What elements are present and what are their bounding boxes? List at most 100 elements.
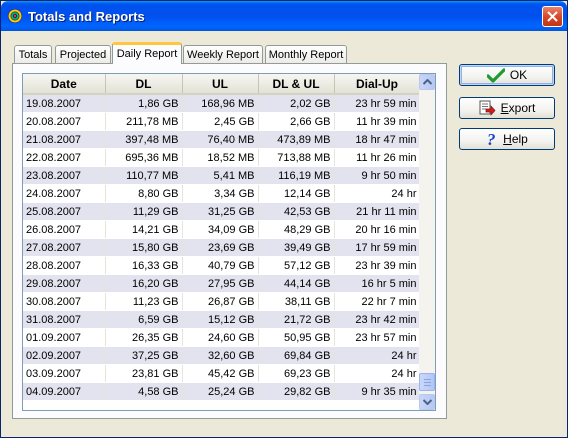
cell-dl: 16,33 GB: [105, 256, 183, 275]
cell-dl-ul: 29,82 GB: [258, 382, 335, 401]
cell-dialup: 22 hr 7 min: [334, 292, 421, 311]
cell-date: 20.08.2007: [23, 112, 106, 131]
cell-ul: 24,60 GB: [182, 328, 259, 347]
cell-dl: 110,77 MB: [105, 166, 183, 185]
cell-dl-ul: 713,88 MB: [258, 148, 335, 167]
table-row[interactable]: 29.08.2007 16,20 GB 27,95 GB 44,14 GB 16 hr …: [23, 274, 421, 293]
table-row[interactable]: 20.08.2007 211,78 MB 2,45 GB 2,66 GB 11 hr 3…: [23, 112, 421, 131]
table-row[interactable]: 04.09.2007 4,58 GB 25,24 GB 29,82 GB 9 hr 35…: [23, 382, 421, 401]
table-row[interactable]: 27.08.2007 15,80 GB 23,69 GB 39,49 GB 17 hr …: [23, 238, 421, 257]
export-label: Export: [500, 101, 536, 115]
cell-dl-ul: 39,49 GB: [258, 238, 335, 257]
close-icon: [547, 11, 558, 22]
cell-date: 21.08.2007: [23, 130, 106, 149]
cell-date: 03.09.2007: [23, 364, 106, 383]
close-button[interactable]: [542, 6, 563, 27]
column-header-ul[interactable]: UL: [182, 74, 259, 95]
cell-dialup: 9 hr 35 min: [334, 382, 421, 401]
dialog-window: Totals and Reports Totals Projected Dail…: [0, 0, 568, 438]
cell-dialup: 11 hr 39 min: [334, 112, 421, 131]
cell-dl-ul: 50,95 GB: [258, 328, 335, 347]
cell-dl-ul: 42,53 GB: [258, 202, 335, 221]
app-icon: [8, 9, 22, 23]
table-row[interactable]: 31.08.2007 6,59 GB 15,12 GB 21,72 GB 23 hr 4…: [23, 310, 421, 329]
table-row[interactable]: 01.09.2007 26,35 GB 24,60 GB 50,95 GB 23 hr …: [23, 328, 421, 347]
table-row[interactable]: 24.08.2007 8,80 GB 3,34 GB 12,14 GB 24 hr: [23, 184, 421, 203]
cell-dl-ul: 48,29 GB: [258, 220, 335, 239]
cell-dialup: 23 hr 39 min: [334, 256, 421, 275]
tab-projected[interactable]: Projected: [55, 45, 111, 63]
table-row[interactable]: 30.08.2007 11,23 GB 26,87 GB 38,11 GB 22 hr …: [23, 292, 421, 311]
cell-dl: 4,58 GB: [105, 382, 183, 401]
cell-dl-ul: 2,66 GB: [258, 112, 335, 131]
cell-dl: 6,59 GB: [105, 310, 183, 329]
cell-ul: 25,24 GB: [182, 382, 259, 401]
cell-dl: 37,25 GB: [105, 346, 183, 365]
cell-dialup: 23 hr 59 min: [334, 94, 421, 113]
cell-ul: 23,69 GB: [182, 238, 259, 257]
table-row[interactable]: 19.08.2007 1,86 GB 168,96 MB 2,02 GB 23 hr 5…: [23, 94, 421, 113]
cell-dialup: 9 hr 50 min: [334, 166, 421, 185]
cell-date: 22.08.2007: [23, 148, 106, 167]
table-row[interactable]: 21.08.2007 397,48 MB 76,40 MB 473,89 MB 18 h…: [23, 130, 421, 149]
cell-dialup: 20 hr 16 min: [334, 220, 421, 239]
column-header-dialup[interactable]: Dial-Up: [334, 74, 421, 95]
table-row[interactable]: 23.08.2007 110,77 MB 5,41 MB 116,19 MB 9 hr …: [23, 166, 421, 185]
cell-dl: 695,36 MB: [105, 148, 183, 167]
ok-button[interactable]: OK: [459, 64, 555, 86]
cell-dl: 211,78 MB: [105, 112, 183, 131]
cell-date: 01.09.2007: [23, 328, 106, 347]
export-button[interactable]: Export: [459, 97, 555, 119]
export-icon: [479, 100, 496, 116]
table-row[interactable]: 28.08.2007 16,33 GB 40,79 GB 57,12 GB 23 hr …: [23, 256, 421, 275]
scroll-up-button[interactable]: [419, 74, 435, 90]
cell-dl: 26,35 GB: [105, 328, 183, 347]
cell-dl-ul: 69,23 GB: [258, 364, 335, 383]
title-bar[interactable]: Totals and Reports: [1, 1, 567, 31]
cell-dl: 11,29 GB: [105, 202, 183, 221]
arrow-up-icon: [423, 79, 432, 85]
table-row[interactable]: 22.08.2007 695,36 MB 18,52 MB 713,88 MB 11 h…: [23, 148, 421, 167]
cell-date: 25.08.2007: [23, 202, 106, 221]
cell-dl-ul: 57,12 GB: [258, 256, 335, 275]
help-button[interactable]: ? Help: [459, 128, 555, 150]
tab-monthly-report[interactable]: Monthly Report: [265, 45, 347, 63]
scroll-thumb[interactable]: [419, 373, 435, 391]
cell-date: 29.08.2007: [23, 274, 106, 293]
vertical-scrollbar[interactable]: [419, 74, 435, 410]
cell-ul: 18,52 MB: [182, 148, 259, 167]
table-header-row: Date DL UL DL & UL Dial-Up: [23, 74, 421, 95]
column-header-dl-ul[interactable]: DL & UL: [258, 74, 335, 95]
cell-ul: 40,79 GB: [182, 256, 259, 275]
tab-weekly-report[interactable]: Weekly Report: [183, 45, 263, 63]
cell-dl-ul: 69,84 GB: [258, 346, 335, 365]
cell-dl: 23,81 GB: [105, 364, 183, 383]
cell-ul: 3,34 GB: [182, 184, 259, 203]
cell-dialup: 23 hr 57 min: [334, 328, 421, 347]
tab-daily-report[interactable]: Daily Report: [112, 42, 182, 64]
cell-ul: 5,41 MB: [182, 166, 259, 185]
column-header-date[interactable]: Date: [23, 74, 106, 95]
cell-date: 26.08.2007: [23, 220, 106, 239]
cell-dialup: 23 hr 42 min: [334, 310, 421, 329]
cell-ul: 26,87 GB: [182, 292, 259, 311]
table-row[interactable]: 25.08.2007 11,29 GB 31,25 GB 42,53 GB 21 hr …: [23, 202, 421, 221]
scroll-down-button[interactable]: [419, 394, 435, 410]
cell-ul: 32,60 GB: [182, 346, 259, 365]
ok-label: OK: [509, 68, 528, 82]
cell-date: 23.08.2007: [23, 166, 106, 185]
table-row[interactable]: 26.08.2007 14,21 GB 34,09 GB 48,29 GB 20 hr …: [23, 220, 421, 239]
cell-date: 31.08.2007: [23, 310, 106, 329]
tab-totals[interactable]: Totals: [14, 45, 52, 63]
cell-date: 30.08.2007: [23, 292, 106, 311]
cell-dl: 16,20 GB: [105, 274, 183, 293]
cell-dialup: 17 hr 59 min: [334, 238, 421, 257]
cell-ul: 34,09 GB: [182, 220, 259, 239]
table-row[interactable]: 02.09.2007 37,25 GB 32,60 GB 69,84 GB 24 hr: [23, 346, 421, 365]
column-header-dl[interactable]: DL: [105, 74, 183, 95]
table-row[interactable]: 03.09.2007 23,81 GB 45,42 GB 69,23 GB 24 hr: [23, 364, 421, 383]
cell-dialup: 11 hr 26 min: [334, 148, 421, 167]
daily-report-table: Date DL UL DL & UL Dial-Up 19.08.2007 1,8…: [23, 74, 421, 401]
daily-report-grid[interactable]: Date DL UL DL & UL Dial-Up 19.08.2007 1,8…: [22, 73, 436, 411]
cell-date: 02.09.2007: [23, 346, 106, 365]
